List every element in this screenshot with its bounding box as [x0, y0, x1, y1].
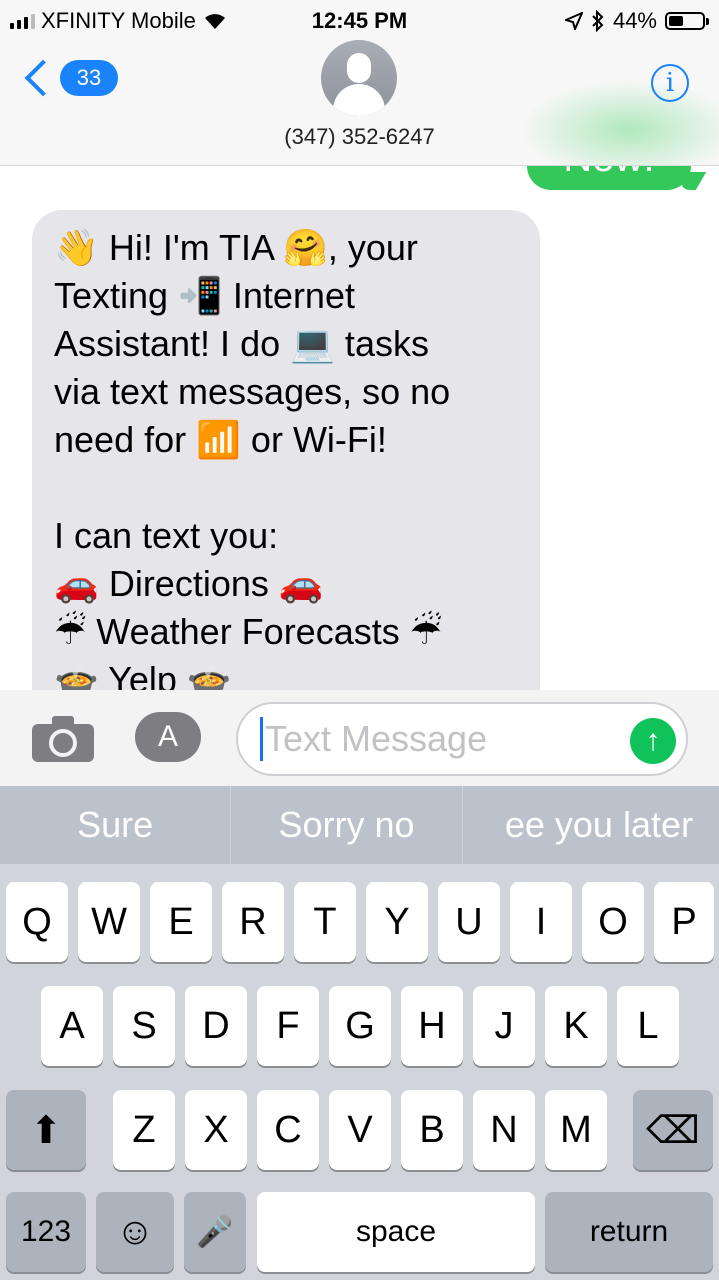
key-e[interactable]: E [150, 882, 212, 962]
key-b[interactable]: B [401, 1090, 463, 1170]
contact-avatar[interactable] [321, 40, 397, 116]
return-key[interactable]: return [545, 1192, 713, 1272]
send-button[interactable]: ↑ [630, 718, 676, 764]
battery-icon [665, 12, 709, 30]
message-line: ☔ Weather Forecasts ☔ [54, 611, 443, 652]
key-v[interactable]: V [329, 1090, 391, 1170]
key-t[interactable]: T [294, 882, 356, 962]
suggestion-bar: Sure Sorry no ee you later [0, 786, 719, 864]
message-line: Assistant! I do 💻 tasks [54, 323, 429, 364]
microphone-key[interactable]: 🎤 [184, 1192, 246, 1272]
key-q[interactable]: Q [6, 882, 68, 962]
unread-count-badge: 33 [60, 60, 118, 96]
status-right: 44% [564, 8, 709, 34]
message-line: Texting 📲 Internet [54, 275, 355, 316]
status-bar: XFINITY Mobile 12:45 PM 44% [0, 0, 719, 40]
key-z[interactable]: Z [113, 1090, 175, 1170]
message-placeholder: Text Message [265, 718, 488, 759]
suggestion-sorry-no[interactable]: Sorry no [230, 786, 461, 864]
key-o[interactable]: O [582, 882, 644, 962]
received-message-bubble[interactable]: 👋 Hi! I'm TIA 🤗, your Texting 📲 Internet… [32, 210, 540, 690]
key-k[interactable]: K [545, 986, 607, 1066]
shift-key[interactable]: ⬆ [6, 1090, 86, 1170]
key-n[interactable]: N [473, 1090, 535, 1170]
message-line: 🍲 Yelp 🍲 [54, 659, 232, 690]
compose-bar: A Text Message ↑ [0, 690, 719, 786]
contact-phone-number[interactable]: (347) 352-6247 [0, 124, 719, 150]
delete-key[interactable]: ⌫ [633, 1090, 713, 1170]
key-f[interactable]: F [257, 986, 319, 1066]
battery-percent: 44% [612, 8, 657, 33]
message-line: need for 📶 or Wi-Fi! [54, 419, 387, 460]
key-g[interactable]: G [329, 986, 391, 1066]
message-line: 👋 Hi! I'm TIA 🤗, your [54, 227, 418, 268]
key-w[interactable]: W [78, 882, 140, 962]
key-h[interactable]: H [401, 986, 463, 1066]
back-button[interactable]: 33 [20, 59, 118, 97]
suggestion-sure[interactable]: Sure [0, 786, 230, 864]
key-j[interactable]: J [473, 986, 535, 1066]
suggestion-see-you-later[interactable]: ee you later [461, 786, 719, 864]
key-r[interactable]: R [222, 882, 284, 962]
info-button[interactable]: i [651, 64, 689, 102]
message-line: via text messages, so no [54, 371, 451, 412]
keyboard: Sure Sorry no ee you later Q W E R T Y U… [0, 786, 719, 1280]
chevron-left-icon [24, 59, 62, 97]
battery-fill [669, 16, 683, 26]
key-u[interactable]: U [438, 882, 500, 962]
key-y[interactable]: Y [366, 882, 428, 962]
sent-message-bubble[interactable]: Now! [527, 166, 691, 190]
key-m[interactable]: M [545, 1090, 607, 1170]
numbers-key[interactable]: 123 [6, 1192, 86, 1272]
space-key[interactable]: space [257, 1192, 535, 1272]
key-d[interactable]: D [185, 986, 247, 1066]
app-store-icon[interactable]: A [135, 712, 201, 762]
conversation-header: 33 (347) 352-6247 i [0, 40, 719, 166]
camera-icon[interactable] [32, 716, 94, 762]
location-arrow-icon [564, 12, 583, 30]
message-input[interactable]: Text Message ↑ [236, 702, 688, 776]
key-c[interactable]: C [257, 1090, 319, 1170]
key-a[interactable]: A [41, 986, 103, 1066]
key-i[interactable]: I [510, 882, 572, 962]
key-l[interactable]: L [617, 986, 679, 1066]
key-x[interactable]: X [185, 1090, 247, 1170]
message-line: 🚗 Directions 🚗 [54, 563, 324, 604]
key-s[interactable]: S [113, 986, 175, 1066]
message-list[interactable]: Now! 👋 Hi! I'm TIA 🤗, your Texting 📲 Int… [0, 166, 719, 690]
text-caret [260, 717, 263, 761]
bluetooth-icon [592, 10, 604, 32]
key-p[interactable]: P [654, 882, 714, 962]
message-line: I can text you: [54, 515, 279, 556]
emoji-key[interactable]: ☺ [96, 1192, 174, 1272]
